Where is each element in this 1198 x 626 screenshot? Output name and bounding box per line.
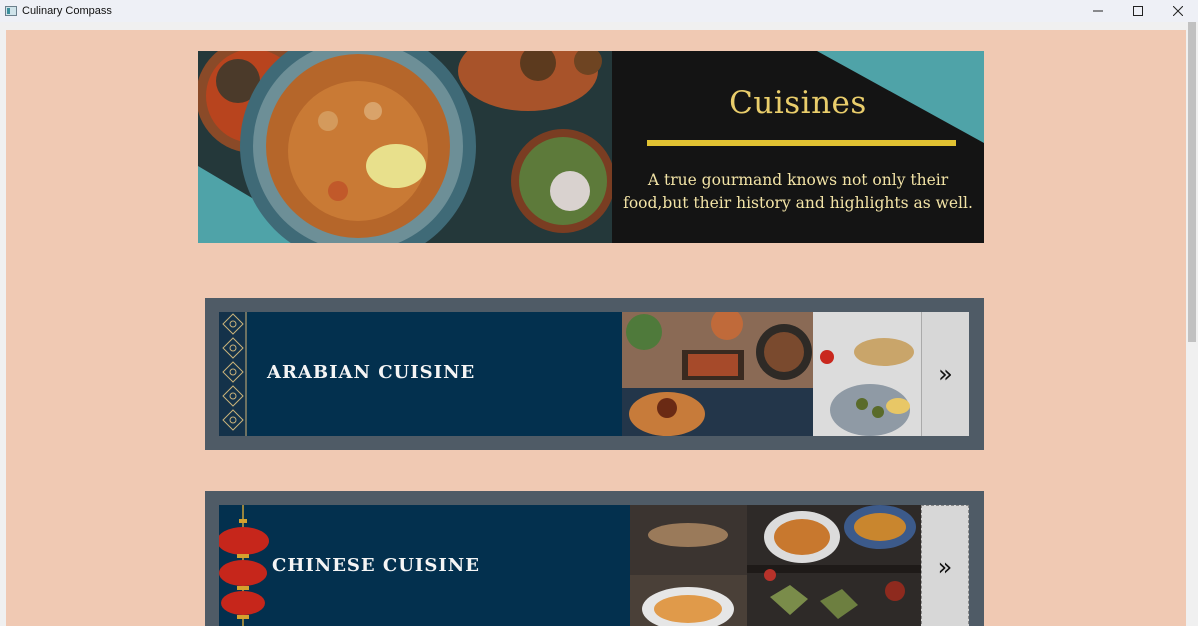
hero-subtitle-line-2: food,but their history and highlights as… — [623, 194, 973, 212]
card-panel: CHINESE CUISINE — [219, 505, 921, 626]
cuisines-hero-banner: Cuisines A true gourmand knows not only … — [198, 51, 984, 243]
double-chevron-right-icon: » — [938, 360, 953, 388]
chinese-food-photo-collage — [630, 505, 921, 626]
maximize-button[interactable] — [1118, 0, 1158, 22]
food-spread-photo — [198, 51, 612, 243]
main-content: Cuisines A true gourmand knows not only … — [6, 30, 1186, 626]
arabesque-border-icon — [219, 312, 247, 436]
vertical-scrollbar[interactable] — [1186, 22, 1198, 626]
lantern-icon — [219, 505, 269, 626]
card-panel: ARABIAN CUISINE — [219, 312, 921, 436]
double-chevron-right-icon: » — [937, 553, 953, 581]
chinese-next-button[interactable]: » — [921, 505, 969, 626]
hero-title: Cuisines — [729, 85, 867, 121]
arabian-food-photo-collage — [622, 312, 921, 436]
arabian-cuisine-label: ARABIAN CUISINE — [267, 362, 476, 383]
close-button[interactable] — [1158, 0, 1198, 22]
window-controls — [1078, 0, 1198, 22]
window-titlebar: Culinary Compass — [0, 0, 1198, 22]
chinese-cuisine-label: CHINESE CUISINE — [272, 555, 480, 576]
close-icon — [1173, 6, 1183, 16]
hero-divider — [647, 140, 956, 146]
hero-subtitle: A true gourmand knows not only their foo… — [612, 169, 984, 215]
app-window-icon — [5, 6, 17, 16]
minimize-icon — [1093, 10, 1103, 12]
scrollbar-thumb[interactable] — [1188, 22, 1196, 342]
arabian-next-button[interactable]: » — [921, 312, 969, 436]
maximize-icon — [1133, 6, 1143, 16]
minimize-button[interactable] — [1078, 0, 1118, 22]
window-title: Culinary Compass — [22, 5, 112, 17]
arabian-cuisine-card[interactable]: ARABIAN CUISINE » — [205, 298, 984, 450]
hero-subtitle-line-1: A true gourmand knows not only their — [647, 171, 949, 189]
chinese-cuisine-card[interactable]: CHINESE CUISINE » — [205, 491, 984, 626]
